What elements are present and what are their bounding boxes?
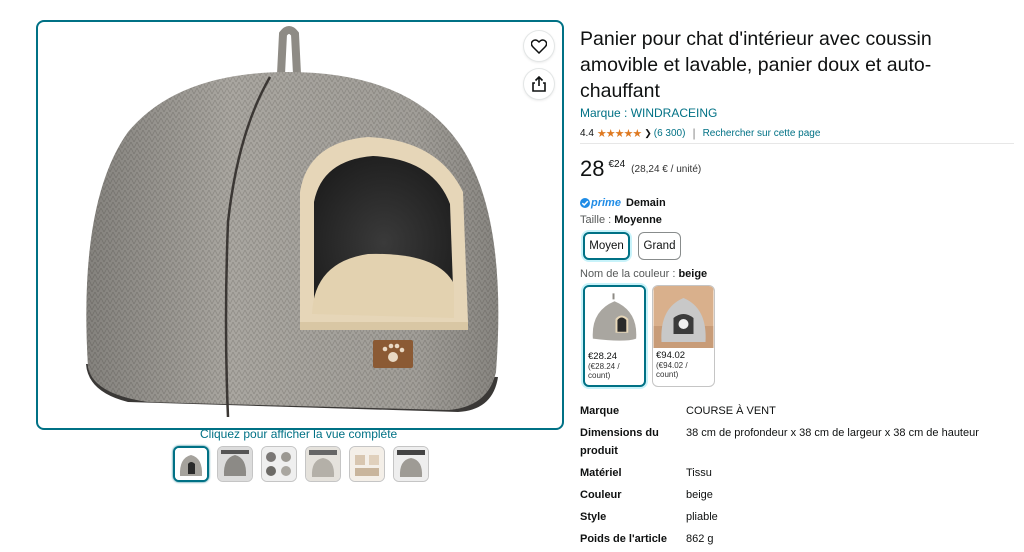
brand-link[interactable]: Marque : WINDRACEING xyxy=(580,106,717,120)
spec-value: 38 cm de profondeur x 38 cm de largeur x… xyxy=(686,427,979,439)
price-whole: 28 xyxy=(580,156,605,181)
search-this-page-link[interactable]: Rechercher sur cette page xyxy=(703,128,821,139)
full-view-link[interactable]: Cliquez pour afficher la vue complète xyxy=(200,427,397,441)
thumbnail-image xyxy=(218,447,252,481)
selected-size: Moyenne xyxy=(614,214,662,226)
swatch-unit-price-suffix: count) xyxy=(656,370,679,379)
size-option-grand[interactable]: Grand xyxy=(638,232,681,260)
heart-icon xyxy=(531,38,547,54)
unit-price: (28,24 € / unité) xyxy=(631,164,702,175)
chevron-down-icon[interactable]: ❯ xyxy=(644,128,652,139)
swatch-unit-price: (€94.02 / xyxy=(656,361,688,370)
selected-color: beige xyxy=(678,268,708,280)
color-label: Nom de la couleur : beige xyxy=(580,268,708,280)
swatch-price: €94.02 xyxy=(656,350,686,361)
size-option-moyen[interactable]: Moyen xyxy=(583,232,630,260)
spec-row: Marque COURSE À VENT xyxy=(580,402,1016,420)
product-title: Panier pour chat d'intérieur avec coussi… xyxy=(580,28,932,102)
spec-value: COURSE À VENT xyxy=(686,405,776,417)
thumbnail-image xyxy=(262,447,296,481)
spec-value: 862 g xyxy=(686,533,714,545)
spec-row: Matériel Tissu xyxy=(580,460,1016,482)
spec-key: Dimensions du produit xyxy=(580,427,659,457)
swatch-image xyxy=(585,287,644,349)
swatch-unit-price-suffix: count) xyxy=(588,371,611,380)
thumbnail-3[interactable] xyxy=(261,446,297,482)
delivery-day: Demain xyxy=(625,197,666,209)
swatch-price: €28.24 xyxy=(588,351,618,362)
spec-key: Matériel xyxy=(580,467,622,479)
spec-value: pliable xyxy=(686,511,718,523)
thumbnail-image xyxy=(175,448,207,480)
thumbnail-image xyxy=(350,447,384,481)
swatch-unit-price: (€28.24 / xyxy=(588,362,620,371)
thumbnail-strip xyxy=(173,446,429,482)
thumbnail-image xyxy=(394,447,428,481)
spec-row: Style pliable xyxy=(580,504,1016,526)
color-swatch-beige[interactable]: €28.24 (€28.24 / count) xyxy=(583,285,646,387)
thumbnail-2[interactable] xyxy=(217,446,253,482)
prime-check-icon xyxy=(580,198,590,208)
thumbnail-5[interactable] xyxy=(349,446,385,482)
price-block: 28 €24 (28,24 € / unité) xyxy=(580,156,701,182)
share-button[interactable] xyxy=(524,69,554,99)
main-product-image[interactable] xyxy=(36,20,564,430)
thumbnail-image xyxy=(306,447,340,481)
color-swatch-alt[interactable]: €94.02 (€94.02 / count) xyxy=(652,285,715,387)
share-icon xyxy=(532,76,546,92)
spec-key: Style xyxy=(580,511,607,523)
add-to-list-heart-button[interactable] xyxy=(524,31,554,61)
thumbnail-4[interactable] xyxy=(305,446,341,482)
swatch-image xyxy=(653,286,714,348)
cat-house-illustration xyxy=(86,26,499,418)
spec-row: Dimensions du produit 38 cm de profondeu… xyxy=(580,420,1016,460)
thumbnail-6[interactable] xyxy=(393,446,429,482)
star-rating-icon[interactable]: ★★★★★ xyxy=(597,127,642,140)
prime-delivery: prime Demain xyxy=(580,197,666,209)
thumbnail-1[interactable] xyxy=(173,446,209,482)
spec-value: Tissu xyxy=(686,467,712,479)
rating-row: 4.4 ★★★★★ ❯ (6 300) | Rechercher sur cet… xyxy=(580,126,820,140)
spec-row: Poids de l'article 862 g xyxy=(580,526,1016,548)
divider: | xyxy=(692,126,696,140)
price-fraction: €24 xyxy=(608,159,626,170)
product-specs-table: Marque COURSE À VENT Dimensions du produ… xyxy=(580,402,1016,548)
spec-row: Couleur beige xyxy=(580,482,1016,504)
spec-key: Poids de l'article xyxy=(580,533,667,545)
section-divider xyxy=(580,143,1014,144)
rating-count-link[interactable]: (6 300) xyxy=(654,128,686,139)
spec-key: Marque xyxy=(580,405,620,417)
prime-logo: prime xyxy=(591,197,621,209)
spec-key: Couleur xyxy=(580,489,622,501)
spec-value: beige xyxy=(686,489,713,501)
rating-value: 4.4 xyxy=(580,127,594,139)
size-label: Taille : Moyenne xyxy=(580,214,662,226)
